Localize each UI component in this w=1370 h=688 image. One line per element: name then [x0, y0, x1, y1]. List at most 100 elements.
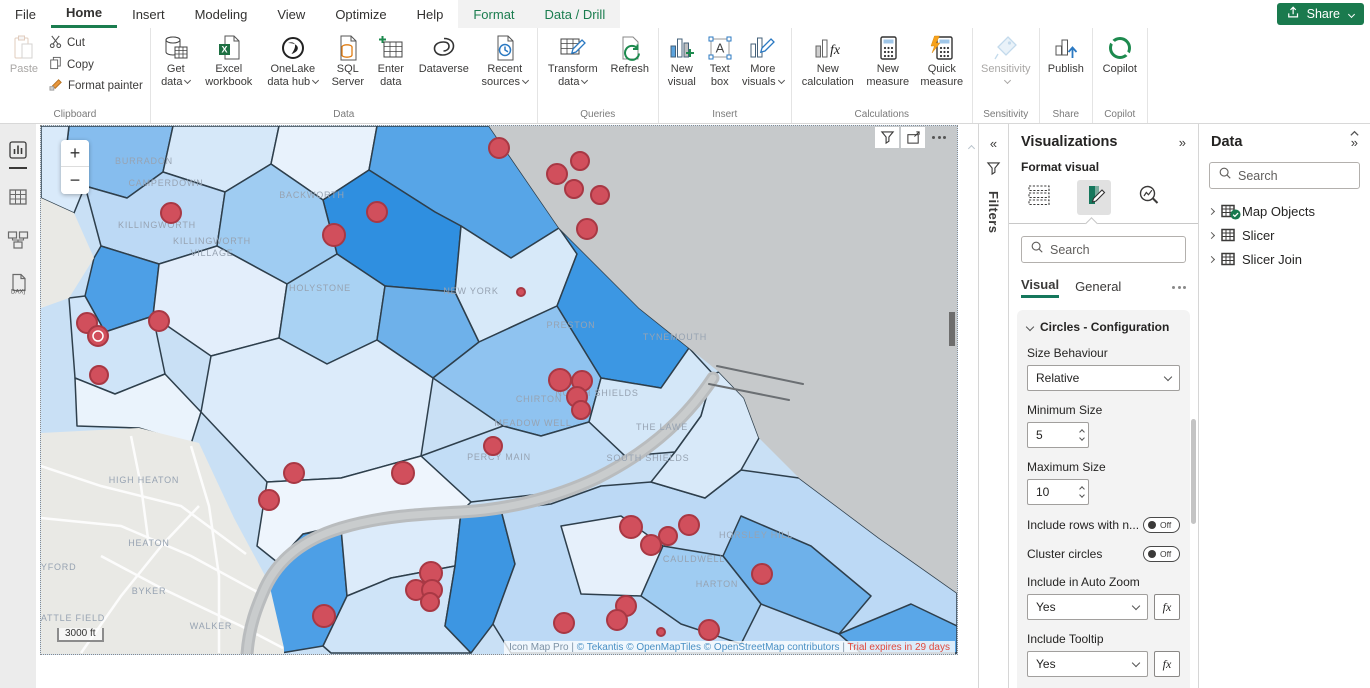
viz-search[interactable]: [1021, 236, 1186, 263]
cut-button[interactable]: Cut: [46, 34, 146, 52]
data-search-input[interactable]: [1238, 169, 1351, 183]
map-marker[interactable]: [284, 463, 304, 483]
map-marker[interactable]: [161, 203, 181, 223]
more-options-icon[interactable]: [927, 127, 951, 148]
data-search[interactable]: [1209, 162, 1360, 189]
map-marker[interactable]: [549, 369, 571, 391]
collapse-visualizations-icon[interactable]: »: [1179, 135, 1186, 150]
canvas-scrollbar[interactable]: [962, 124, 977, 654]
maximum-size-stepper[interactable]: 10: [1027, 479, 1089, 505]
expand-filters-icon[interactable]: «: [990, 136, 997, 151]
map-marker[interactable]: [641, 535, 661, 555]
new-visual-button[interactable]: New visual: [663, 30, 701, 91]
menu-optimize[interactable]: Optimize: [320, 0, 401, 28]
new-calculation-button[interactable]: fx New calculation: [796, 30, 860, 91]
format-painter-button[interactable]: Format painter: [46, 77, 146, 95]
map-marker[interactable]: [657, 628, 665, 636]
map-marker[interactable]: [367, 202, 387, 222]
map-marker[interactable]: [679, 515, 699, 535]
share-button[interactable]: Share: [1277, 3, 1364, 25]
table-item-map-objects[interactable]: Map Objects: [1199, 199, 1370, 223]
dataverse-button[interactable]: Dataverse: [413, 30, 475, 79]
copy-button[interactable]: Copy: [46, 55, 146, 74]
menu-help[interactable]: Help: [402, 0, 459, 28]
size-behaviour-dropdown[interactable]: Relative: [1027, 365, 1180, 391]
map-marker[interactable]: [259, 490, 279, 510]
map-marker[interactable]: [699, 620, 719, 640]
get-data-button[interactable]: Get data: [155, 30, 197, 91]
model-view-button[interactable]: [7, 230, 29, 255]
table-item-slicer-join[interactable]: Slicer Join: [1199, 247, 1370, 271]
format-tab-icon[interactable]: [1077, 180, 1111, 215]
dax-query-view-button[interactable]: DAX): [8, 273, 28, 300]
fields-tab-icon[interactable]: [1027, 184, 1051, 211]
attribution-link[interactable]: © OpenStreetMap contributors: [704, 642, 840, 653]
map-marker[interactable]: [547, 164, 567, 184]
map-marker[interactable]: [591, 186, 609, 204]
copilot-button[interactable]: Copilot: [1097, 30, 1143, 79]
attribution-link[interactable]: © OpenMapTiles: [626, 642, 701, 653]
map-marker[interactable]: [607, 610, 627, 630]
menu-data-drill[interactable]: Data / Drill: [530, 0, 621, 28]
report-view-button[interactable]: [8, 140, 28, 169]
onelake-data-hub-button[interactable]: OneLake data hub: [261, 30, 325, 91]
map-marker[interactable]: [149, 311, 169, 331]
tab-general[interactable]: General: [1075, 279, 1121, 297]
expand-icon[interactable]: [1208, 207, 1215, 214]
recent-sources-button[interactable]: Recent sources: [477, 30, 533, 91]
paste-button[interactable]: Paste: [4, 30, 44, 79]
expand-icon[interactable]: [1208, 255, 1215, 262]
auto-zoom-dropdown[interactable]: Yes: [1027, 594, 1148, 620]
more-format-options-icon[interactable]: [1172, 286, 1186, 289]
circles-configuration-header[interactable]: Circles - Configuration: [1027, 320, 1180, 334]
auto-zoom-fx-button[interactable]: fx: [1154, 594, 1180, 620]
table-item-slicer[interactable]: Slicer: [1199, 223, 1370, 247]
map-marker[interactable]: [313, 605, 335, 627]
include-tooltip-fx-button[interactable]: fx: [1154, 651, 1180, 677]
menu-modeling[interactable]: Modeling: [180, 0, 263, 28]
map-marker[interactable]: [392, 462, 414, 484]
map-marker[interactable]: [565, 180, 583, 198]
expand-icon[interactable]: [1208, 231, 1215, 238]
text-box-button[interactable]: A Text box: [703, 30, 737, 91]
map-marker[interactable]: [577, 219, 597, 239]
menu-home[interactable]: Home: [51, 0, 117, 28]
publish-button[interactable]: Publish: [1044, 30, 1088, 79]
map-marker[interactable]: [554, 613, 574, 633]
new-measure-button[interactable]: New measure: [862, 30, 914, 91]
filter-icon[interactable]: [875, 127, 899, 148]
map-marker[interactable]: [489, 138, 509, 158]
menu-file[interactable]: File: [0, 0, 51, 28]
map-marker[interactable]: [88, 326, 108, 346]
sensitivity-button[interactable]: Sensitivity: [977, 30, 1035, 91]
menu-insert[interactable]: Insert: [117, 0, 180, 28]
transform-data-button[interactable]: Transform data: [542, 30, 604, 91]
map-marker[interactable]: [659, 527, 677, 545]
menu-view[interactable]: View: [262, 0, 320, 28]
analytics-tab-icon[interactable]: [1137, 184, 1161, 211]
quick-measure-button[interactable]: Quick measure: [916, 30, 968, 91]
excel-workbook-button[interactable]: X Excel workbook: [199, 30, 259, 91]
table-view-button[interactable]: [8, 187, 28, 212]
icon-map-visual[interactable]: BURRADONCAMPERDOWNBACKWORTHKILLINGWORTHK…: [40, 125, 958, 655]
include-rows-toggle[interactable]: Off: [1143, 517, 1180, 533]
enter-data-button[interactable]: Enter data: [371, 30, 411, 91]
map-marker[interactable]: [572, 401, 590, 419]
include-tooltip-dropdown[interactable]: Yes: [1027, 651, 1148, 677]
map-marker[interactable]: [90, 366, 108, 384]
collapse-ribbon-icon[interactable]: [1349, 128, 1360, 142]
map-marker[interactable]: [571, 152, 589, 170]
map-marker[interactable]: [323, 224, 345, 246]
minimum-size-stepper[interactable]: 5: [1027, 422, 1089, 448]
tab-visual[interactable]: Visual: [1021, 277, 1059, 298]
map-marker[interactable]: [517, 288, 525, 296]
map-marker[interactable]: [752, 564, 772, 584]
attribution-link[interactable]: © Tekantis: [577, 642, 624, 653]
viz-search-input[interactable]: [1050, 243, 1177, 257]
menu-format[interactable]: Format: [458, 0, 529, 28]
map-scrollbar-thumb[interactable]: [949, 312, 955, 346]
more-visuals-button[interactable]: More visuals: [739, 30, 787, 91]
zoom-out-button[interactable]: −: [61, 167, 89, 194]
focus-mode-icon[interactable]: [901, 127, 925, 148]
map-marker[interactable]: [620, 516, 642, 538]
